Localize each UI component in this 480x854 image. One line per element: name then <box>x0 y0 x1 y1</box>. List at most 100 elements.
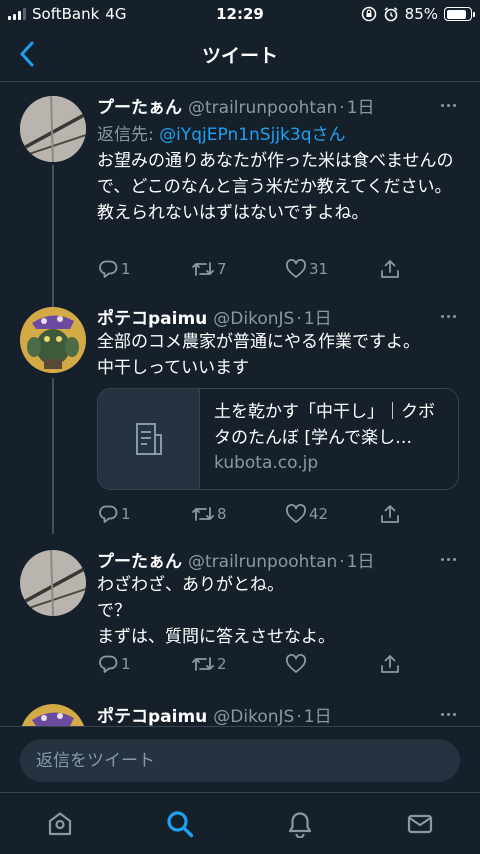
tweet-header: プーたぁん @trailrunpoohtan · 1日 <box>97 547 460 572</box>
status-left: SoftBank 4G <box>8 5 126 23</box>
tweet[interactable]: プーたぁん @trailrunpoohtan · 1日 返信先: @iYqjEP… <box>0 83 480 291</box>
card-title: 土を乾かす「中干し」｜クボタのたんぼ [学んで楽し… <box>214 402 435 448</box>
heart-icon <box>286 504 306 523</box>
reply-count: 1 <box>121 655 131 673</box>
nav-bar: ツイート <box>0 28 480 82</box>
retweet-count: 8 <box>217 505 227 523</box>
notifications-icon <box>288 812 312 838</box>
orientation-lock-icon <box>361 6 376 22</box>
timestamp[interactable]: 1日 <box>347 93 375 118</box>
tab-search[interactable] <box>164 808 196 840</box>
retweet-icon <box>192 262 214 276</box>
tab-home[interactable] <box>44 808 76 840</box>
timestamp[interactable]: 1日 <box>304 702 332 726</box>
thread-line <box>52 165 54 291</box>
tweet-header: ポテコpaimu @DikonJS · 1日 <box>97 304 460 329</box>
separator-dot: · <box>296 309 302 329</box>
more-options-button[interactable] <box>436 704 460 724</box>
display-name[interactable]: ポテコpaimu <box>97 304 207 329</box>
tweet[interactable]: ポテコpaimu @DikonJS · 1日 <box>0 694 480 726</box>
display-name[interactable]: プーたぁん <box>97 547 182 572</box>
heart-icon <box>286 259 306 278</box>
avatar-image <box>20 550 86 616</box>
handle[interactable]: @trailrunpoohtan <box>188 552 337 572</box>
like-button[interactable]: 31 <box>285 258 328 280</box>
reply-icon <box>99 655 118 673</box>
avatar[interactable] <box>20 550 86 616</box>
home-icon <box>48 812 72 836</box>
status-bar: SoftBank 4G 12:29 85% <box>0 0 480 28</box>
reply-button[interactable]: 1 <box>97 653 131 675</box>
reply-icon <box>99 260 118 278</box>
reply-to-suffix: さん <box>311 125 346 145</box>
avatar[interactable] <box>20 307 86 373</box>
retweet-count: 7 <box>217 260 227 278</box>
separator-dot: · <box>296 707 302 726</box>
display-name[interactable]: プーたぁん <box>97 93 182 118</box>
tweet-actions: 1 2 <box>97 653 417 677</box>
tweet-header: ポテコpaimu @DikonJS · 1日 <box>97 702 460 726</box>
reply-to-mention[interactable]: @iYqjEPn1nSjjk3q <box>159 125 311 145</box>
network-type: 4G <box>105 5 127 23</box>
reply-icon <box>99 505 118 523</box>
tab-messages[interactable] <box>404 808 436 840</box>
signal-icon <box>8 8 26 20</box>
tweet[interactable]: ポテコpaimu @DikonJS · 1日 全部のコメ農家が普通にやる作業です… <box>0 291 480 534</box>
reply-button[interactable]: 1 <box>97 503 131 525</box>
tweet-thread[interactable]: プーたぁん @trailrunpoohtan · 1日 返信先: @iYqjEP… <box>0 83 480 726</box>
handle[interactable]: @DikonJS <box>213 707 294 726</box>
tweet-text: わざわざ、ありがとね。 で？ まずは、質問に答えさせなよ。 <box>97 575 335 647</box>
handle[interactable]: @trailrunpoohtan <box>188 98 337 118</box>
share-button[interactable] <box>379 653 401 675</box>
like-count: 31 <box>309 260 329 278</box>
card-domain: kubota.co.jp <box>214 453 319 473</box>
battery-percent: 85% <box>404 5 438 23</box>
reply-composer <box>0 726 480 792</box>
document-icon <box>135 423 162 455</box>
timestamp[interactable]: 1日 <box>304 304 332 329</box>
tweet-actions: 1 7 31 <box>97 258 417 282</box>
retweet-icon <box>192 507 214 521</box>
retweet-button[interactable]: 7 <box>191 258 227 280</box>
separator-dot: · <box>339 552 345 572</box>
tweet-actions: 1 8 42 <box>97 503 417 527</box>
reply-input[interactable] <box>20 739 460 782</box>
share-button[interactable] <box>379 503 401 525</box>
tweet-header: プーたぁん @trailrunpoohtan · 1日 <box>97 93 460 118</box>
reply-to: 返信先: @iYqjEPn1nSjjk3qさん <box>97 120 346 145</box>
more-options-button[interactable] <box>436 549 460 569</box>
avatar-image <box>20 307 86 373</box>
battery-icon <box>444 7 475 21</box>
display-name[interactable]: ポテコpaimu <box>97 702 207 726</box>
reply-button[interactable]: 1 <box>97 258 131 280</box>
share-icon <box>381 505 399 523</box>
search-icon <box>167 811 194 838</box>
avatar[interactable] <box>20 704 86 726</box>
retweet-count: 2 <box>217 655 227 673</box>
status-right: 85% <box>361 5 475 23</box>
retweet-button[interactable]: 8 <box>191 503 227 525</box>
more-options-button[interactable] <box>436 306 460 326</box>
messages-icon <box>407 814 433 834</box>
avatar-image <box>20 96 86 162</box>
retweet-button[interactable]: 2 <box>191 653 227 675</box>
share-icon <box>381 260 399 278</box>
timestamp[interactable]: 1日 <box>347 547 375 572</box>
avatar[interactable] <box>20 96 86 162</box>
reply-to-label: 返信先: <box>97 125 160 145</box>
tab-notifications[interactable] <box>284 808 316 840</box>
like-button[interactable]: 42 <box>285 503 328 525</box>
alarm-icon <box>384 7 398 22</box>
card-thumbnail <box>98 389 200 489</box>
battery-level <box>446 9 467 19</box>
share-button[interactable] <box>379 258 401 280</box>
like-button[interactable] <box>285 653 309 675</box>
thread-line <box>52 291 54 307</box>
avatar-image <box>21 704 85 726</box>
tweet-text: 全部のコメ農家が普通にやる作業ですよ。 中干しっていいます <box>97 332 420 378</box>
link-preview-card[interactable]: 土を乾かす「中干し」｜クボタのたんぼ [学んで楽し… kubota.co.jp <box>97 388 459 490</box>
tab-bar <box>0 792 480 854</box>
handle[interactable]: @DikonJS <box>213 309 294 329</box>
more-options-button[interactable] <box>436 95 460 115</box>
tweet-text: お望みの通りあなたが作った米は食べませんので、どこのなんと言う米だか教えてくださ… <box>97 151 454 223</box>
